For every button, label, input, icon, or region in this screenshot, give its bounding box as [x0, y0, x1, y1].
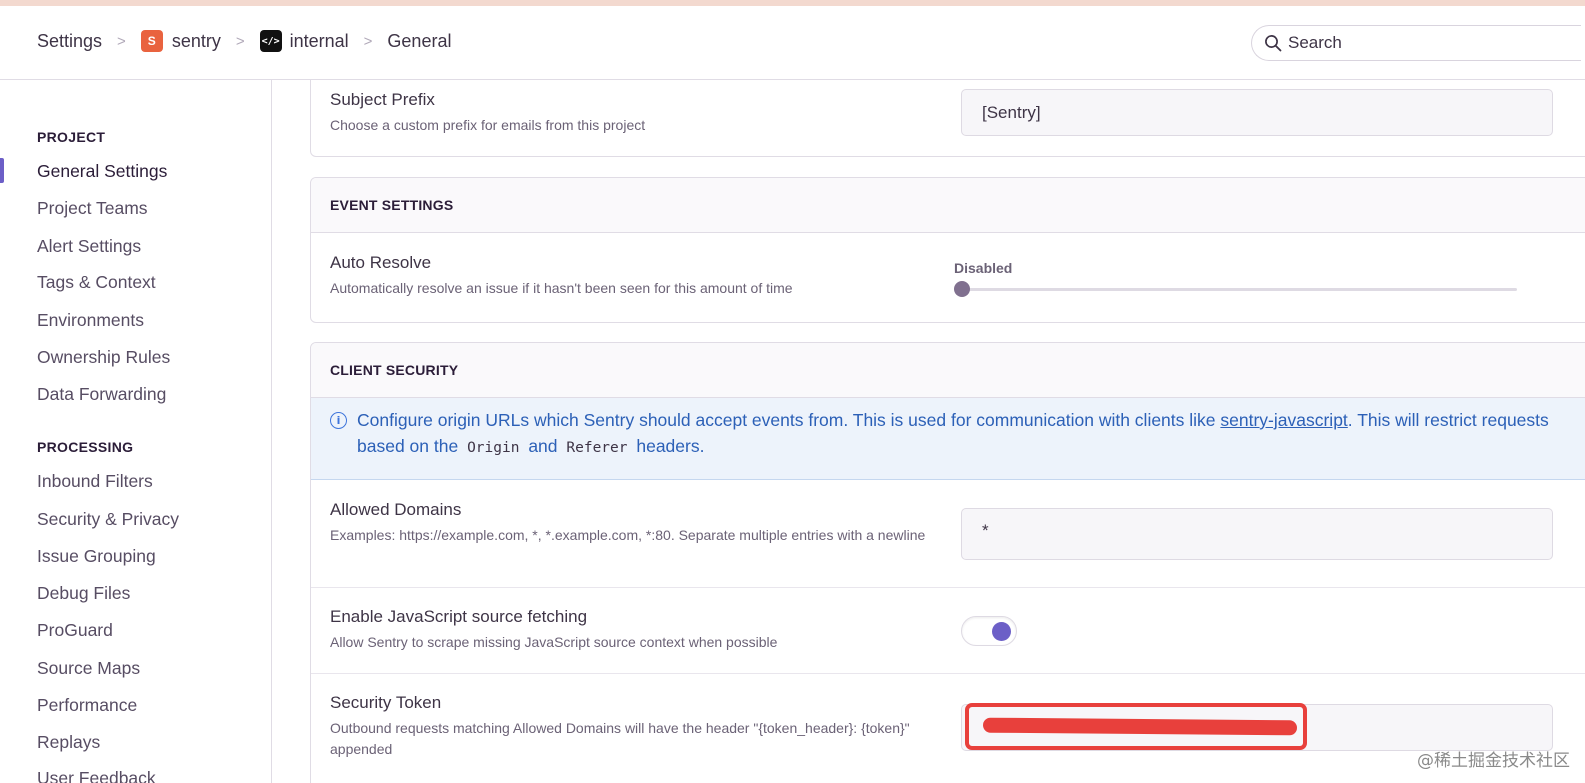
js-source-fetching-toggle[interactable]: [961, 616, 1017, 646]
sidebar-item-source-maps[interactable]: Source Maps: [37, 658, 140, 679]
auto-resolve-slider-thumb[interactable]: [954, 281, 970, 297]
sidebar-item-replays[interactable]: Replays: [37, 732, 100, 753]
sidebar-item-performance[interactable]: Performance: [37, 695, 137, 716]
sidebar-item-alert-settings[interactable]: Alert Settings: [37, 236, 141, 257]
auto-resolve-help: Automatically resolve an issue if it has…: [330, 280, 793, 296]
auto-resolve-value: Disabled: [954, 260, 1013, 276]
sidebar-heading-processing: PROCESSING: [37, 439, 134, 455]
client-security-panel: CLIENT SECURITY i Configure origin URLs …: [310, 342, 1585, 783]
js-source-fetching-label: Enable JavaScript source fetching: [330, 607, 588, 626]
allowed-domains-row: Allowed Domains Examples: https://exampl…: [311, 480, 1585, 588]
sidebar-item-ownership-rules[interactable]: Ownership Rules: [37, 347, 170, 368]
sidebar-heading-project: PROJECT: [37, 129, 106, 145]
security-token-label: Security Token: [330, 693, 442, 712]
event-settings-title: EVENT SETTINGS: [311, 178, 1585, 233]
sidebar-item-tags-context[interactable]: Tags & Context: [37, 272, 156, 293]
org-avatar: </>: [259, 30, 282, 52]
search-input[interactable]: [1288, 33, 1548, 53]
email-panel: Subject Prefix Choose a custom prefix fo…: [310, 80, 1585, 157]
client-security-info-text: Configure origin URLs which Sentry shoul…: [357, 407, 1557, 461]
chevron-right-icon: >: [235, 32, 245, 50]
search-icon: [1265, 35, 1282, 52]
breadcrumb: Settings > S sentry > </> internal > Gen…: [37, 30, 451, 52]
alert-text-part: headers.: [631, 436, 705, 456]
breadcrumb-current: General: [387, 30, 452, 51]
subject-prefix-help: Choose a custom prefix for emails from t…: [330, 117, 646, 133]
breadcrumb-project-label: sentry: [171, 30, 221, 51]
allowed-domains-help: Examples: https://example.com, *, *.exam…: [330, 527, 926, 543]
active-item-indicator: [0, 158, 4, 183]
client-security-title: CLIENT SECURITY: [311, 343, 1585, 398]
alert-text-part: and: [523, 436, 563, 456]
event-settings-panel: EVENT SETTINGS Auto Resolve Automaticall…: [310, 177, 1585, 323]
subject-prefix-label: Subject Prefix: [330, 90, 435, 109]
sidebar-item-security-privacy[interactable]: Security & Privacy: [37, 509, 179, 530]
security-token-help: Outbound requests matching Allowed Domai…: [330, 720, 910, 757]
security-token-row: Security Token Outbound requests matchin…: [311, 674, 1585, 774]
chevron-right-icon: >: [363, 32, 373, 50]
watermark: @稀土掘金技术社区: [1417, 751, 1570, 771]
sidebar-item-project-teams[interactable]: Project Teams: [37, 198, 148, 219]
allowed-domains-textarea[interactable]: *: [961, 508, 1553, 560]
redaction-highlight: [965, 703, 1307, 750]
sidebar-item-inbound-filters[interactable]: Inbound Filters: [37, 471, 153, 492]
auto-resolve-slider-track[interactable]: [961, 288, 1517, 291]
sidebar-item-data-forwarding[interactable]: Data Forwarding: [37, 384, 166, 405]
allowed-domains-label: Allowed Domains: [330, 500, 462, 519]
auto-resolve-row: Auto Resolve Automatically resolve an is…: [311, 233, 1585, 322]
breadcrumb-settings[interactable]: Settings: [37, 31, 102, 52]
sidebar-item-debug-files[interactable]: Debug Files: [37, 583, 130, 604]
sidebar-item-environments[interactable]: Environments: [37, 310, 144, 331]
sidebar-item-proguard[interactable]: ProGuard: [37, 620, 113, 641]
subject-prefix-row: Subject Prefix Choose a custom prefix fo…: [311, 80, 1585, 156]
chevron-right-icon: >: [117, 32, 126, 50]
js-source-fetching-row: Enable JavaScript source fetching Allow …: [311, 588, 1585, 674]
sidebar-item-issue-grouping[interactable]: Issue Grouping: [37, 546, 156, 567]
toggle-knob: [992, 622, 1011, 641]
info-icon: i: [330, 412, 347, 429]
referer-code: Referer: [566, 440, 628, 456]
project-avatar: S: [140, 30, 163, 52]
settings-main: Subject Prefix Choose a custom prefix fo…: [272, 80, 1585, 783]
auto-resolve-label: Auto Resolve: [330, 253, 432, 272]
search-box[interactable]: [1251, 25, 1581, 61]
alert-text-part: Configure origin URLs which Sentry shoul…: [357, 410, 1221, 430]
sidebar-item-user-feedback[interactable]: User Feedback: [37, 768, 156, 783]
js-source-fetching-help: Allow Sentry to scrape missing JavaScrip…: [330, 634, 778, 650]
breadcrumb-org-label: internal: [289, 30, 349, 51]
redaction-scribble: [983, 717, 1297, 736]
top-header: Settings > S sentry > </> internal > Gen…: [0, 6, 1585, 80]
settings-sidebar: PROJECT General Settings Project Teams A…: [0, 80, 272, 783]
sidebar-item-general-settings[interactable]: General Settings: [37, 161, 167, 182]
origin-code: Origin: [467, 440, 520, 456]
subject-prefix-input[interactable]: [Sentry]: [961, 89, 1553, 136]
breadcrumb-project[interactable]: S sentry: [140, 30, 221, 52]
client-security-info-alert: i Configure origin URLs which Sentry sho…: [311, 398, 1585, 480]
breadcrumb-org[interactable]: </> internal: [259, 30, 349, 52]
sentry-javascript-link[interactable]: sentry-javascript: [1220, 410, 1347, 430]
